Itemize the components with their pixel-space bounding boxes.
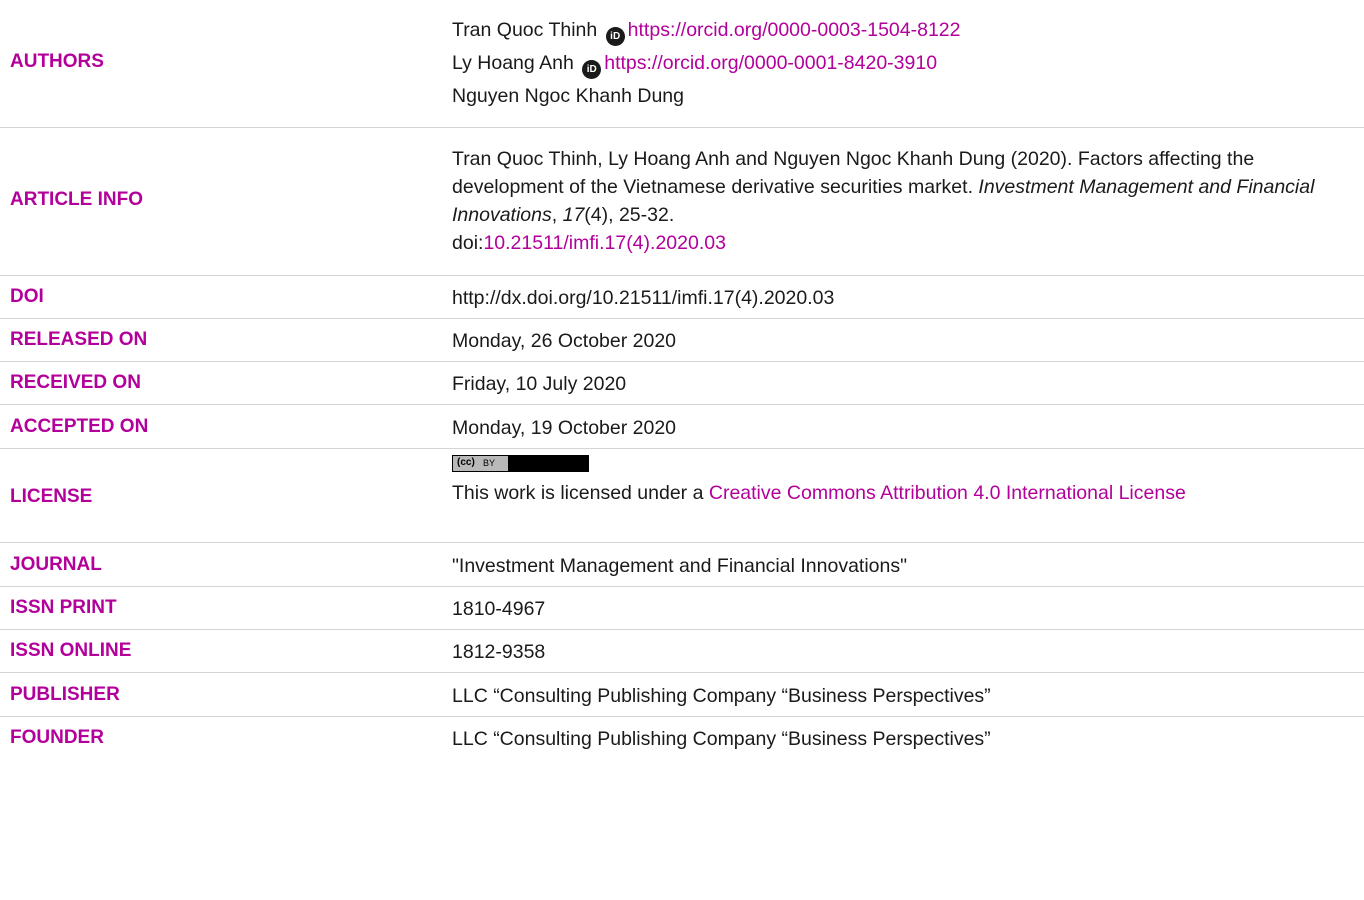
accepted-row: ACCEPTED ON Monday, 19 October 2020 [0,405,1364,449]
released-label: RELEASED ON [10,329,148,350]
article-info-row: ARTICLE INFO Tran Quoc Thinh, Ly Hoang A… [0,128,1364,276]
doi-link[interactable]: 10.21511/imfi.17(4).2020.03 [483,232,725,254]
received-value: Friday, 10 July 2020 [452,373,627,395]
released-value: Monday, 26 October 2020 [452,330,677,352]
journal-value: "Investment Management and Financial Inn… [452,555,908,577]
citation-comma: , [551,204,558,226]
accepted-label: ACCEPTED ON [10,416,149,437]
article-info-label: ARTICLE INFO [10,189,143,210]
orcid-link[interactable]: https://orcid.org/0000-0003-1504-8122 [628,19,961,41]
author-item: Ly Hoang Anh iD https://orcid.org/0000-00… [452,47,1357,80]
author-name: Tran Quoc Thinh [452,19,598,41]
journal-label: JOURNAL [10,554,102,575]
received-label: RECEIVED ON [10,372,141,393]
founder-label: FOUNDER [10,727,104,748]
publisher-row: PUBLISHER LLC “Consulting Publishing Com… [0,673,1364,717]
received-row: RECEIVED ON Friday, 10 July 2020 [0,362,1364,405]
publisher-label: PUBLISHER [10,684,120,705]
by-icon: BY [483,458,496,468]
cc-icon: (cc) [457,457,475,468]
license-link[interactable]: Creative Commons Attribution 4.0 Interna… [709,482,1186,504]
issn-online-label: ISSN ONLINE [10,640,132,661]
cc-by-badge[interactable]: (cc) BY [452,455,589,472]
orcid-icon: iD [605,27,625,46]
citation-volume: 17 [562,204,585,226]
authors-row: AUTHORS Tran Quoc Thinh iD https://orcid.… [0,0,1364,128]
license-label: LICENSE [10,486,93,507]
founder-value: LLC “Consulting Publishing Company “Busi… [452,728,991,750]
article-citation: Tran Quoc Thinh, Ly Hoang Anh and Nguyen… [452,145,1357,257]
publisher-value: LLC “Consulting Publishing Company “Busi… [452,685,991,707]
orcid-icon: iD [582,60,602,79]
orcid-link[interactable]: https://orcid.org/0000-0001-8420-3910 [604,52,937,74]
author-item: Nguyen Ngoc Khanh Dung [452,80,1357,113]
accepted-value: Monday, 19 October 2020 [452,417,677,439]
founder-row: FOUNDER LLC “Consulting Publishing Compa… [0,717,1364,760]
authors-label: AUTHORS [10,51,104,72]
doi-prefix: doi: [452,232,484,254]
citation-issue-pages: (4), 25-32. [584,204,675,226]
license-text: This work is licensed under a Creative C… [452,479,1357,507]
issn-print-value: 1810-4967 [452,598,546,620]
author-name: Ly Hoang Anh [452,52,574,74]
authors-list: Tran Quoc Thinh iD https://orcid.org/0000… [452,14,1357,113]
journal-row: JOURNAL "Investment Management and Finan… [0,543,1364,587]
released-row: RELEASED ON Monday, 26 October 2020 [0,319,1364,362]
doi-row: DOI http://dx.doi.org/10.21511/imfi.17(4… [0,276,1364,319]
issn-online-value: 1812-9358 [452,641,546,663]
license-prefix: This work is licensed under a [452,482,704,504]
doi-value: http://dx.doi.org/10.21511/imfi.17(4).20… [452,287,835,309]
issn-online-row: ISSN ONLINE 1812-9358 [0,630,1364,673]
doi-label: DOI [10,286,44,307]
author-item: Tran Quoc Thinh iD https://orcid.org/0000… [452,14,1357,47]
issn-print-row: ISSN PRINT 1810-4967 [0,587,1364,630]
license-row: LICENSE (cc) BY This work is licensed un… [0,449,1364,543]
issn-print-label: ISSN PRINT [10,597,117,618]
author-name: Nguyen Ngoc Khanh Dung [452,85,684,107]
